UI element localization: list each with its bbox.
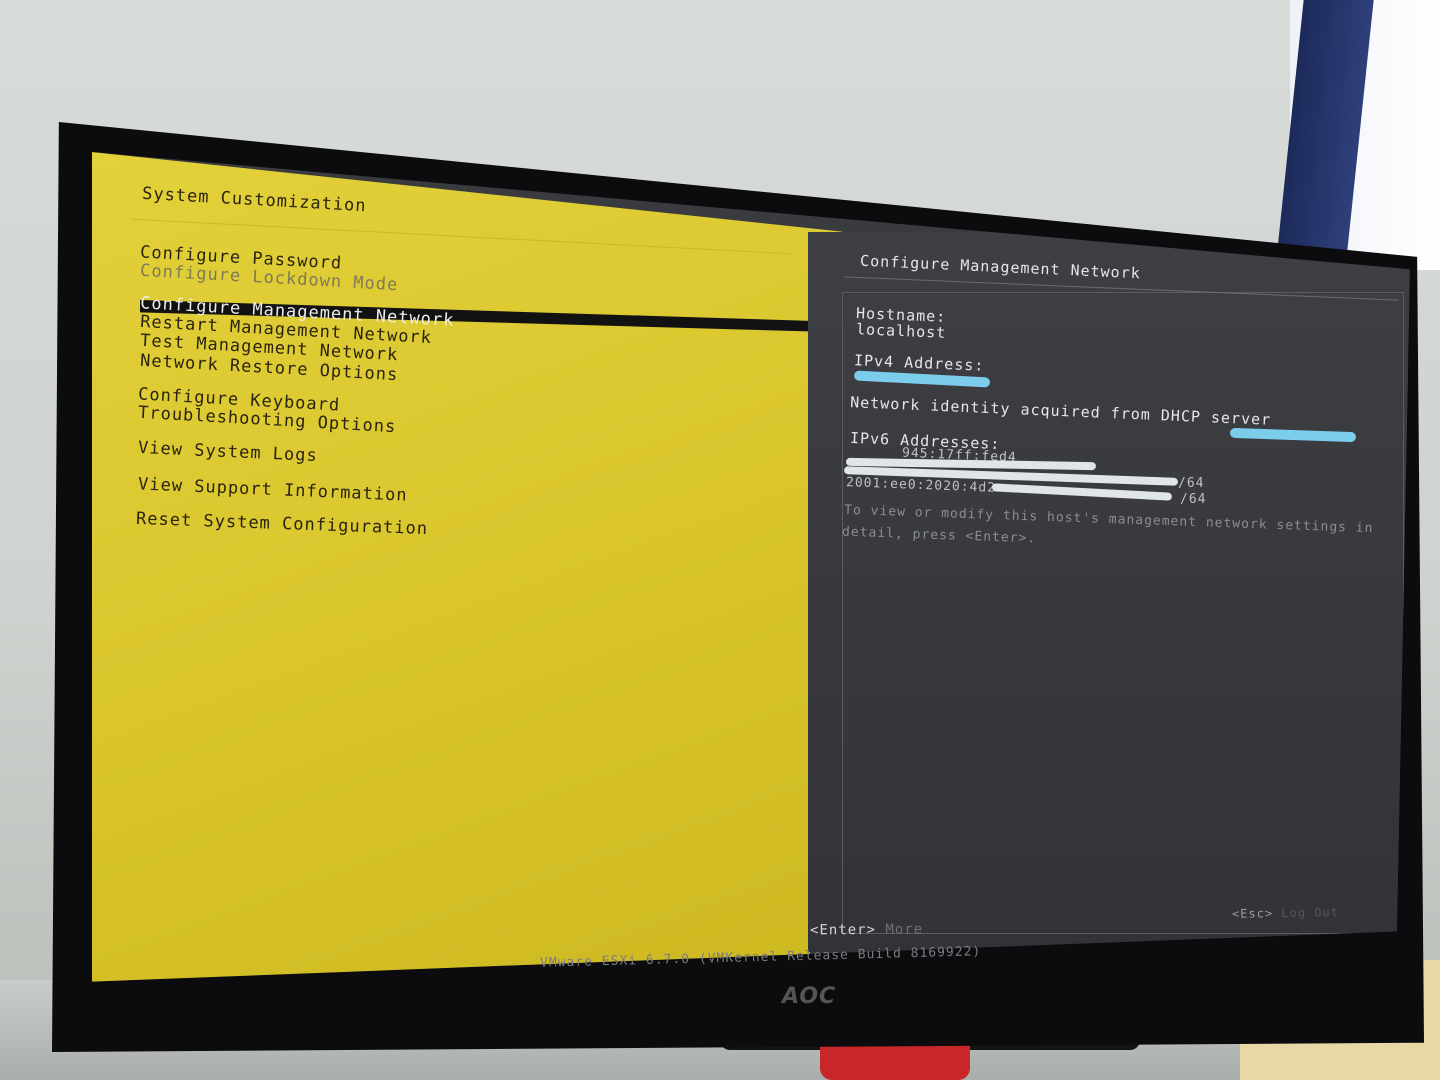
ipv6-prefix-2: /64 bbox=[1180, 492, 1207, 507]
menu-pane: System Customization Configure Password … bbox=[92, 152, 842, 982]
menu-item-view-support-information[interactable]: View Support Information bbox=[138, 474, 408, 505]
menu-item-reset-system-configuration[interactable]: Reset System Configuration bbox=[136, 509, 429, 539]
monitor-brand-logo: AOC bbox=[782, 984, 837, 1009]
menu-title: System Customization bbox=[141, 183, 368, 217]
enter-key-action: More bbox=[885, 921, 924, 938]
enter-key-label: <Enter> bbox=[809, 921, 877, 939]
detail-pane-border bbox=[842, 292, 1404, 934]
esc-key-action: Log Out bbox=[1281, 905, 1340, 921]
hostname-value: localhost bbox=[855, 320, 947, 342]
menu-item-view-system-logs[interactable]: View System Logs bbox=[138, 438, 318, 466]
enter-key-hint[interactable]: <Enter> More bbox=[810, 922, 923, 939]
dcui-screen: System Customization Configure Password … bbox=[92, 152, 1410, 982]
esc-key-hint[interactable]: <Esc> Log Out bbox=[1232, 905, 1339, 921]
esc-key-label: <Esc> bbox=[1231, 906, 1274, 921]
ipv6-prefix-1: /64 bbox=[1178, 476, 1205, 491]
